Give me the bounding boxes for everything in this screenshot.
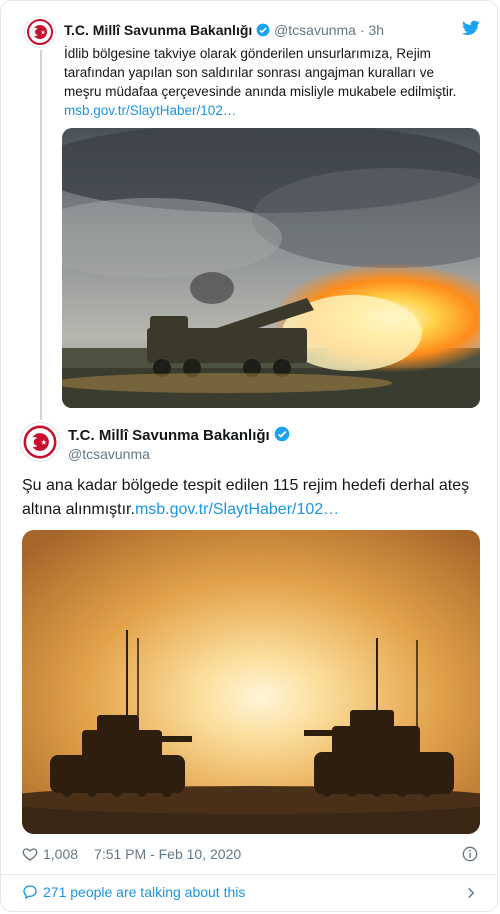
quoted-text-line: meşru müdafaa çerçevesinde anında misliy… (64, 84, 457, 99)
tweet-meta: 1,008 7:51 PM - Feb 10, 2020 (22, 846, 241, 862)
quoted-link[interactable]: msb.gov.tr/SlaytHaber/102… (64, 101, 484, 120)
main-avatar[interactable] (20, 422, 60, 462)
msb-logo-icon (27, 19, 53, 45)
info-icon[interactable] (462, 846, 478, 862)
main-link[interactable]: msb.gov.tr/SlaytHaber/102… (135, 501, 339, 518)
msb-logo-icon (23, 425, 57, 459)
footer-divider (0, 874, 498, 875)
verified-icon (256, 23, 270, 37)
quoted-text: İdlib bölgesine takviye olarak gönderile… (64, 44, 484, 120)
main-header: T.C. Millî Savunma Bakanlığı (68, 426, 290, 444)
main-text-line: Şu ana kadar bölgede tespit edilen 115 r… (22, 477, 470, 494)
tweet-timestamp[interactable]: 7:51 PM - Feb 10, 2020 (94, 846, 241, 862)
thread-line (40, 50, 42, 420)
talking-link[interactable]: 271 people are talking about this (43, 884, 245, 900)
main-text-prefix: altına alınmıştır. (22, 501, 135, 518)
verified-icon (274, 426, 290, 442)
tanks-sunset-image (22, 530, 480, 834)
talking-row[interactable]: 271 people are talking about this (22, 884, 245, 900)
quoted-image[interactable] (62, 128, 480, 408)
like-count[interactable]: 1,008 (43, 846, 78, 862)
speech-bubble-icon (23, 885, 37, 900)
chevron-right-icon[interactable] (464, 886, 478, 900)
missile-launch-image (62, 128, 480, 408)
quoted-name[interactable]: T.C. Millî Savunma Bakanlığı (64, 22, 252, 38)
quoted-text-line: tarafından yapılan son saldırılar sonras… (64, 65, 434, 80)
quoted-header: T.C. Millî Savunma Bakanlığı @tcsavunma … (64, 22, 384, 38)
separator-dot: · (359, 22, 365, 38)
main-text: Şu ana kadar bölgede tespit edilen 115 r… (22, 474, 482, 522)
main-name[interactable]: T.C. Millî Savunma Bakanlığı (68, 427, 270, 444)
quoted-avatar[interactable] (24, 16, 56, 48)
quoted-text-line: İdlib bölgesine takviye olarak gönderile… (64, 46, 431, 61)
quoted-handle[interactable]: @tcsavunma (274, 22, 356, 38)
heart-icon[interactable] (22, 846, 38, 862)
main-image[interactable] (22, 530, 480, 834)
main-text-line-2: altına alınmıştır.msb.gov.tr/SlaytHaber/… (22, 498, 482, 522)
main-handle[interactable]: @tcsavunma (68, 446, 150, 462)
quoted-time[interactable]: 3h (368, 22, 384, 38)
twitter-bird-icon[interactable] (462, 20, 480, 36)
